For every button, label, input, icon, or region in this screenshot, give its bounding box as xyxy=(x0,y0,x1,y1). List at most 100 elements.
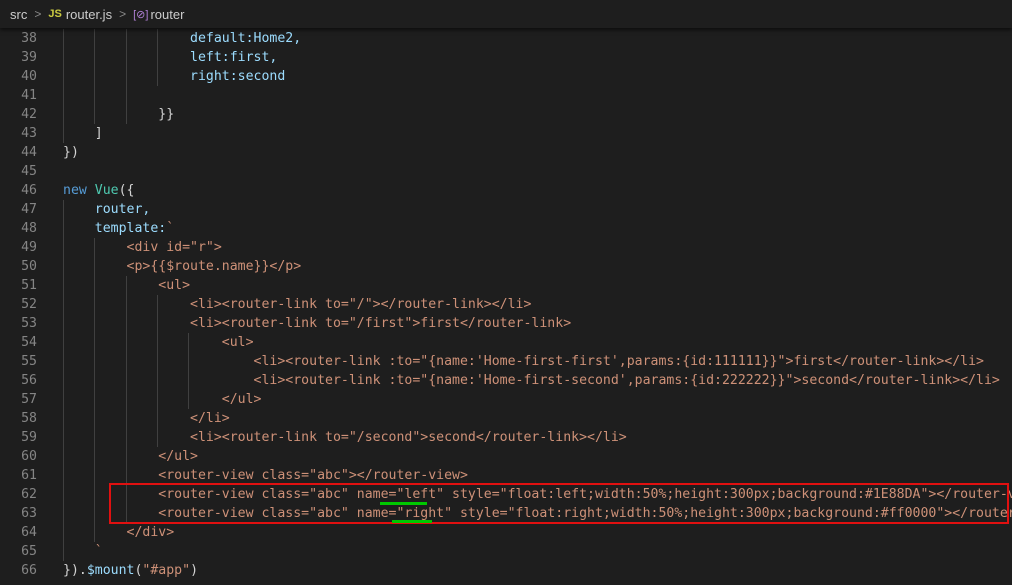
indent-guide xyxy=(94,371,96,390)
code-line[interactable]: 57 </ul> xyxy=(0,390,1012,409)
line-number: 44 xyxy=(21,145,37,160)
line-number: 51 xyxy=(21,278,37,293)
indent-guide xyxy=(94,466,96,485)
code-line[interactable]: 52 <li><router-link to="/"></router-link… xyxy=(0,295,1012,314)
code-line[interactable]: 50 <p>{{$route.name}}</p> xyxy=(0,257,1012,276)
code-token: <p>{{$route.name}}</p> xyxy=(63,259,302,274)
code-line[interactable]: 58 </li> xyxy=(0,409,1012,428)
indent-guide xyxy=(63,67,64,86)
code-text: <li><router-link to="/second">second</ro… xyxy=(63,428,627,447)
code-token: <li><router-link :to="{name:'Home-first-… xyxy=(63,354,984,369)
indent-guide xyxy=(94,295,96,314)
code-text: ] xyxy=(63,124,103,143)
code-token: <li><router-link to="/"></router-link></… xyxy=(63,297,532,312)
breadcrumb-item-file[interactable]: router.js xyxy=(66,7,112,22)
indent-guide xyxy=(94,86,96,105)
code-token: </ul> xyxy=(63,392,262,407)
underline-right xyxy=(392,520,432,523)
code-token: <li><router-link :to="{name:'Home-first-… xyxy=(63,373,1000,388)
indent-guide xyxy=(125,295,127,314)
breadcrumb-item-symbol[interactable]: router xyxy=(150,7,184,22)
code-line[interactable]: 65 ` xyxy=(0,542,1012,561)
indent-guide xyxy=(156,295,158,314)
breadcrumb-item-src[interactable]: src xyxy=(10,7,27,22)
code-token: router, xyxy=(63,202,151,217)
code-line[interactable]: 66}).$mount("#app") xyxy=(0,561,1012,580)
indent-guide xyxy=(188,352,190,371)
code-token: right:second xyxy=(63,69,286,84)
indent-guide xyxy=(188,390,190,409)
indent-guide xyxy=(125,333,127,352)
indent-guide xyxy=(125,447,127,466)
code-text: </div> xyxy=(63,523,175,542)
code-line[interactable]: 39 left:first, xyxy=(0,48,1012,67)
indent-guide xyxy=(94,352,96,371)
highlight-box xyxy=(109,483,1009,524)
line-number: 59 xyxy=(21,430,37,445)
indent-guide xyxy=(63,333,64,352)
line-number: 43 xyxy=(21,126,37,141)
code-line[interactable]: 64 </div> xyxy=(0,523,1012,542)
code-line[interactable]: 59 <li><router-link to="/second">second<… xyxy=(0,428,1012,447)
code-line[interactable]: 51 <ul> xyxy=(0,276,1012,295)
indent-guide xyxy=(156,48,158,67)
code-line[interactable]: 41 xyxy=(0,86,1012,105)
code-text: ` xyxy=(63,542,103,561)
code-text: right:second xyxy=(63,67,285,86)
indent-guide xyxy=(188,333,190,352)
chevron-right-icon: > xyxy=(119,7,127,21)
code-line[interactable]: 40 right:second xyxy=(0,67,1012,86)
code-token: </div> xyxy=(63,525,175,540)
code-token: new xyxy=(63,183,95,198)
code-line[interactable]: 48 template:` xyxy=(0,219,1012,238)
code-text: <li><router-link :to="{name:'Home-first-… xyxy=(63,371,1000,390)
line-number: 65 xyxy=(21,544,37,559)
code-line[interactable]: 53 <li><router-link to="/first">first</r… xyxy=(0,314,1012,333)
code-text: }).$mount("#app") xyxy=(63,561,198,580)
indent-guide xyxy=(94,390,96,409)
line-number: 46 xyxy=(21,183,37,198)
indent-guide xyxy=(94,504,96,523)
code-text: <p>{{$route.name}}</p> xyxy=(63,257,302,276)
indent-guide xyxy=(63,276,64,295)
code-token: ` xyxy=(166,221,175,236)
indent-guide xyxy=(63,485,64,504)
code-text: <li><router-link :to="{name:'Home-first-… xyxy=(63,352,984,371)
code-token: }) xyxy=(63,145,79,160)
line-number: 49 xyxy=(21,240,37,255)
indent-guide xyxy=(63,314,64,333)
code-token: <li><router-link to="/second">second</ro… xyxy=(63,430,627,445)
code-line[interactable]: 44}) xyxy=(0,143,1012,162)
indent-guide xyxy=(94,314,96,333)
indent-guide xyxy=(63,124,64,143)
indent-guide xyxy=(94,447,96,466)
indent-guide xyxy=(156,67,158,86)
indent-guide xyxy=(94,485,96,504)
code-line[interactable]: 43 ] xyxy=(0,124,1012,143)
code-token: <ul> xyxy=(63,335,254,350)
line-number: 60 xyxy=(21,449,37,464)
line-number: 42 xyxy=(21,107,37,122)
code-token: ` xyxy=(63,544,103,559)
code-line[interactable]: 49 <div id="r"> xyxy=(0,238,1012,257)
code-line[interactable]: 47 router, xyxy=(0,200,1012,219)
indent-guide xyxy=(94,276,96,295)
code-token: ] xyxy=(63,126,103,141)
code-line[interactable]: 60 </ul> xyxy=(0,447,1012,466)
code-line[interactable]: 56 <li><router-link :to="{name:'Home-fir… xyxy=(0,371,1012,390)
code-line[interactable]: 42 }} xyxy=(0,105,1012,124)
indent-guide xyxy=(63,428,64,447)
code-text: default:Home2, xyxy=(63,29,301,48)
indent-guide xyxy=(63,105,64,124)
line-number: 48 xyxy=(21,221,37,236)
code-line[interactable]: 38 default:Home2, xyxy=(0,29,1012,48)
indent-guide xyxy=(63,523,64,542)
code-line[interactable]: 45 xyxy=(0,162,1012,181)
line-number: 57 xyxy=(21,392,37,407)
code-line[interactable]: 54 <ul> xyxy=(0,333,1012,352)
code-line[interactable]: 46 new Vue({ xyxy=(0,181,1012,200)
code-line[interactable]: 55 <li><router-link :to="{name:'Home-fir… xyxy=(0,352,1012,371)
indent-guide xyxy=(156,371,158,390)
line-number: 62 xyxy=(21,487,37,502)
code-token: }} xyxy=(63,107,175,122)
